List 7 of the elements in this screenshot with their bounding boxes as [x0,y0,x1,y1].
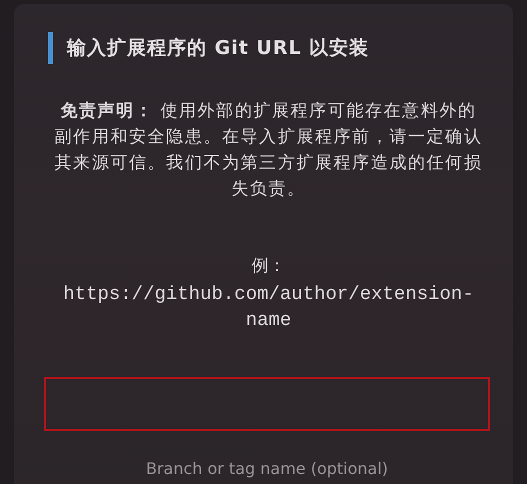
disclaimer-text: 免责声明： 使用外部的扩展程序可能存在意料外的副作用和安全隐患。在导入扩展程序前，请一定确认其来源可信。我们不为第三方扩展程序造成的任何损失负责。 [54,100,484,201]
dialog-title: 输入扩展程序的 Git URL 以安装 [67,36,370,61]
example-url: https://github.com/author/extension-name [62,282,475,333]
example-label: 例： [252,255,286,277]
url-input-field[interactable] [44,377,490,431]
accent-bar [48,32,53,64]
branch-input-field[interactable]: Branch or tag name (optional) [44,453,490,483]
